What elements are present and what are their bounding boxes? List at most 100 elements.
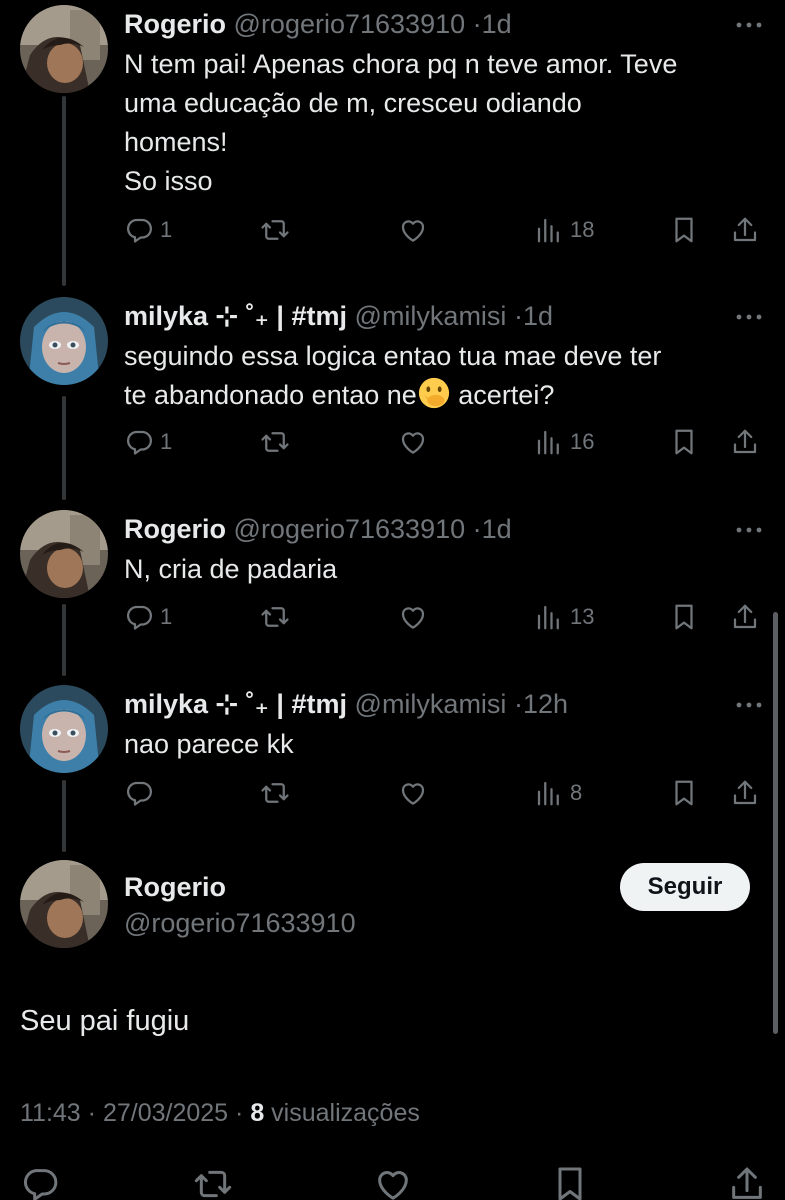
separator: · (235, 1099, 244, 1127)
retweet-icon (260, 602, 290, 632)
bookmark-icon (669, 215, 699, 245)
timestamp[interactable]: 12h (523, 689, 568, 719)
avatar[interactable] (20, 297, 108, 385)
tweet-meta: 11:43 · 27/03/2025 · 8 visualizações (20, 1099, 420, 1128)
thread-tweet[interactable]: Rogerio @rogerio71633910 ·1d N tem pai! … (0, 5, 785, 275)
author-handle[interactable]: @rogerio71633910 (234, 514, 466, 544)
views-button[interactable]: 18 (534, 210, 594, 250)
scrollbar[interactable] (773, 612, 778, 1034)
share-icon (730, 778, 760, 808)
tweet-text-part: seguindo essa logica entao tua mae deve … (124, 341, 662, 410)
more-icon[interactable] (735, 526, 763, 534)
tweet-text: nao parece kk (124, 729, 294, 759)
views-button[interactable]: 16 (534, 422, 594, 462)
separator: · (472, 9, 482, 39)
bookmark-button[interactable] (550, 1164, 590, 1200)
author-handle[interactable]: @milykamisi (355, 301, 507, 331)
bookmark-icon (669, 602, 699, 632)
follow-button[interactable]: Seguir (620, 863, 750, 911)
like-button[interactable] (398, 597, 428, 637)
avatar[interactable] (20, 510, 108, 598)
main-author-name[interactable]: Rogerio (124, 872, 226, 903)
avatar[interactable] (20, 860, 108, 948)
tweet-date[interactable]: 27/03/2025 (103, 1099, 228, 1127)
like-button[interactable] (373, 1164, 413, 1200)
tweet-text-part: acertei? (450, 380, 555, 410)
bookmark-button[interactable] (669, 773, 699, 813)
heart-icon (373, 1164, 413, 1200)
reply-count: 1 (160, 604, 173, 629)
reply-button[interactable] (20, 1164, 60, 1200)
main-tweet-text: Seu pai fugiu (20, 1005, 190, 1037)
retweet-icon (260, 427, 290, 457)
retweet-button[interactable] (260, 210, 290, 250)
retweet-button[interactable] (260, 422, 290, 462)
share-icon (730, 602, 760, 632)
tweet-header: Rogerio @rogerio71633910 ·1d (124, 8, 512, 40)
tweet-text: seguindo essa logica entao tua mae deve … (124, 337, 754, 415)
views-button[interactable]: 8 (534, 773, 582, 813)
author-handle[interactable]: @rogerio71633910 (234, 9, 466, 39)
tweet-time[interactable]: 11:43 (20, 1099, 81, 1127)
tweet-text: N, cria de padaria (124, 554, 338, 584)
reply-button[interactable]: 1 (124, 422, 172, 462)
reply-button[interactable] (124, 773, 154, 813)
retweet-button[interactable] (260, 597, 290, 637)
reply-icon (124, 778, 154, 808)
timestamp[interactable]: 1d (482, 9, 512, 39)
author-name[interactable]: milyka ⊹ ˚₊ | #tmj (124, 301, 347, 331)
views-count: 16 (570, 429, 595, 454)
author-handle[interactable]: @milykamisi (355, 689, 507, 719)
more-icon[interactable] (735, 313, 763, 321)
separator: · (472, 514, 482, 544)
main-action-bar (0, 1160, 785, 1200)
views-icon (534, 602, 564, 632)
tweet-text: N tem pai! Apenas chora pq n teve amor. … (124, 49, 678, 196)
more-icon[interactable] (735, 21, 763, 29)
views-button[interactable]: 13 (534, 597, 594, 637)
retweet-icon (260, 778, 290, 808)
retweet-button[interactable] (193, 1164, 233, 1200)
reply-button[interactable]: 1 (124, 210, 172, 250)
reply-icon (124, 215, 154, 245)
reply-icon (124, 427, 154, 457)
reply-count: 1 (160, 217, 173, 242)
bookmark-button[interactable] (669, 597, 699, 637)
bookmark-button[interactable] (669, 210, 699, 250)
heart-icon (398, 427, 428, 457)
retweet-button[interactable] (260, 773, 290, 813)
avatar[interactable] (20, 5, 108, 93)
timestamp[interactable]: 1d (523, 301, 553, 331)
views-count: 8 (250, 1099, 265, 1127)
tweet-header: milyka ⊹ ˚₊ | #tmj @milykamisi ·1d (124, 300, 553, 332)
thread-tweet[interactable]: milyka ⊹ ˚₊ | #tmj @milykamisi ·12h nao … (0, 685, 785, 825)
reply-icon (20, 1164, 60, 1200)
reply-button[interactable]: 1 (124, 597, 172, 637)
views-icon (534, 427, 564, 457)
more-icon[interactable] (735, 701, 763, 709)
avatar[interactable] (20, 685, 108, 773)
views-icon (534, 215, 564, 245)
author-name[interactable]: Rogerio (124, 9, 226, 39)
share-button[interactable] (730, 422, 760, 462)
heart-icon (398, 215, 428, 245)
like-button[interactable] (398, 773, 428, 813)
views-icon (534, 778, 564, 808)
main-author-handle[interactable]: @rogerio71633910 (124, 908, 356, 939)
author-name[interactable]: Rogerio (124, 514, 226, 544)
thread-tweet[interactable]: Rogerio @rogerio71633910 ·1d N, cria de … (0, 510, 785, 650)
timestamp[interactable]: 1d (482, 514, 512, 544)
share-button[interactable] (730, 597, 760, 637)
share-icon (730, 215, 760, 245)
action-bar: 1 16 (124, 422, 764, 462)
like-button[interactable] (398, 210, 428, 250)
author-name[interactable]: milyka ⊹ ˚₊ | #tmj (124, 689, 347, 719)
separator: · (513, 689, 523, 719)
share-button[interactable] (730, 773, 760, 813)
views-count: 18 (570, 217, 595, 242)
thread-tweet[interactable]: milyka ⊹ ˚₊ | #tmj @milykamisi ·1d segui… (0, 297, 785, 487)
share-button[interactable] (727, 1164, 767, 1200)
bookmark-button[interactable] (669, 422, 699, 462)
like-button[interactable] (398, 422, 428, 462)
share-button[interactable] (730, 210, 760, 250)
